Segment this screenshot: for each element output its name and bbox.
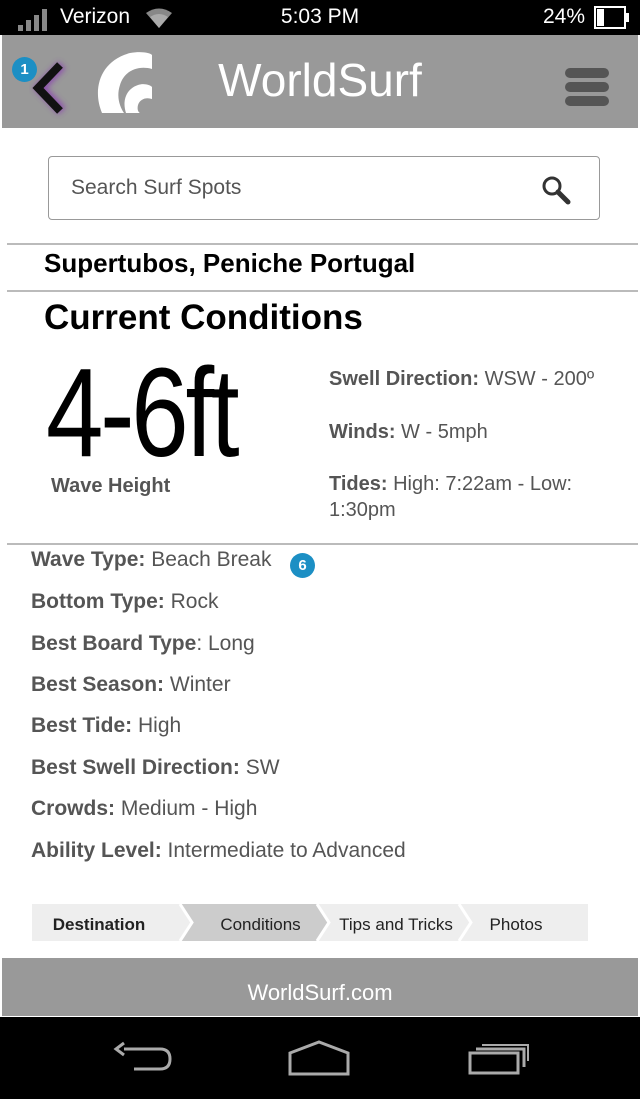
detail-value: Intermediate to Advanced [167, 839, 406, 862]
battery-percentage: 24% [542, 5, 585, 28]
swell-direction-value: WSW - 200º [484, 368, 595, 390]
tides-label: Tides: [329, 473, 388, 495]
annotation-badge: 1 [12, 57, 37, 82]
detail-label: Best Tide: [31, 714, 133, 737]
detail-best-swell-direction: Best Swell Direction: SW [31, 756, 280, 780]
detail-value: Winter [169, 673, 231, 696]
winds-label: Winds: [329, 421, 396, 443]
divider [7, 243, 638, 245]
hamburger-menu-icon[interactable] [565, 68, 609, 108]
spot-name: Supertubos, Peniche Portugal [44, 248, 416, 278]
detail-crowds: Crowds: Medium - High [31, 797, 257, 821]
wave-height-value: 4-6ft [46, 342, 240, 483]
detail-value: SW [245, 756, 280, 779]
detail-label: Crowds: [31, 797, 115, 820]
search-input[interactable] [71, 171, 511, 205]
detail-value: : Long [196, 632, 255, 655]
detail-value: High [137, 714, 182, 737]
footer-link[interactable]: WorldSurf.com [2, 958, 638, 1016]
detail-value: Beach Break [151, 548, 272, 571]
app-title: WorldSurf [218, 54, 422, 106]
back-icon[interactable] [110, 1041, 174, 1077]
detail-best-tide: Best Tide: High [31, 714, 181, 738]
swell-direction-label: Swell Direction: [329, 368, 480, 390]
detail-value: Medium - High [120, 797, 258, 820]
battery-icon [594, 6, 629, 29]
swell-direction: Swell Direction: WSW - 200º [329, 366, 629, 392]
tab-conditions[interactable]: Conditions [192, 904, 329, 941]
annotation-badge: 6 [290, 553, 315, 578]
detail-value: Rock [170, 590, 219, 613]
conditions-title: Current Conditions [44, 298, 363, 337]
detail-label: Wave Type: [31, 548, 146, 571]
search-box[interactable] [48, 156, 600, 220]
winds-value: W - 5mph [401, 421, 488, 443]
tab-destination[interactable]: Destination [32, 904, 166, 941]
detail-ability-level: Ability Level: Intermediate to Advanced [31, 839, 406, 863]
tab-photos[interactable]: Photos [471, 904, 561, 941]
detail-wave-type: Wave Type: Beach Break [31, 548, 271, 572]
divider [7, 543, 638, 545]
detail-label: Bottom Type: [31, 590, 165, 613]
recent-apps-icon[interactable] [466, 1043, 532, 1077]
status-bar: Verizon 5:03 PM 24% [0, 0, 640, 35]
detail-bottom-type: Bottom Type: Rock [31, 590, 218, 614]
divider [7, 290, 638, 292]
winds: Winds: W - 5mph [329, 419, 629, 445]
tab-tips-and-tricks[interactable]: Tips and Tricks [329, 904, 463, 941]
detail-label: Ability Level: [31, 839, 162, 862]
tides: Tides: High: 7:22am - Low: 1:30pm [329, 471, 629, 523]
detail-best-season: Best Season: Winter [31, 673, 231, 697]
wave-height-label: Wave Height [51, 475, 171, 497]
app-header: WorldSurf [2, 35, 638, 128]
android-nav-bar [0, 1017, 640, 1099]
detail-label: Best Swell Direction: [31, 756, 240, 779]
detail-best-board-type: Best Board Type: Long [31, 632, 255, 656]
detail-label: Best Board Type [31, 632, 197, 655]
search-icon[interactable] [541, 175, 571, 205]
breadcrumb-tabs: Destination Conditions Tips and Tricks P… [32, 904, 588, 941]
home-icon[interactable] [286, 1039, 352, 1077]
detail-label: Best Season: [31, 673, 165, 696]
